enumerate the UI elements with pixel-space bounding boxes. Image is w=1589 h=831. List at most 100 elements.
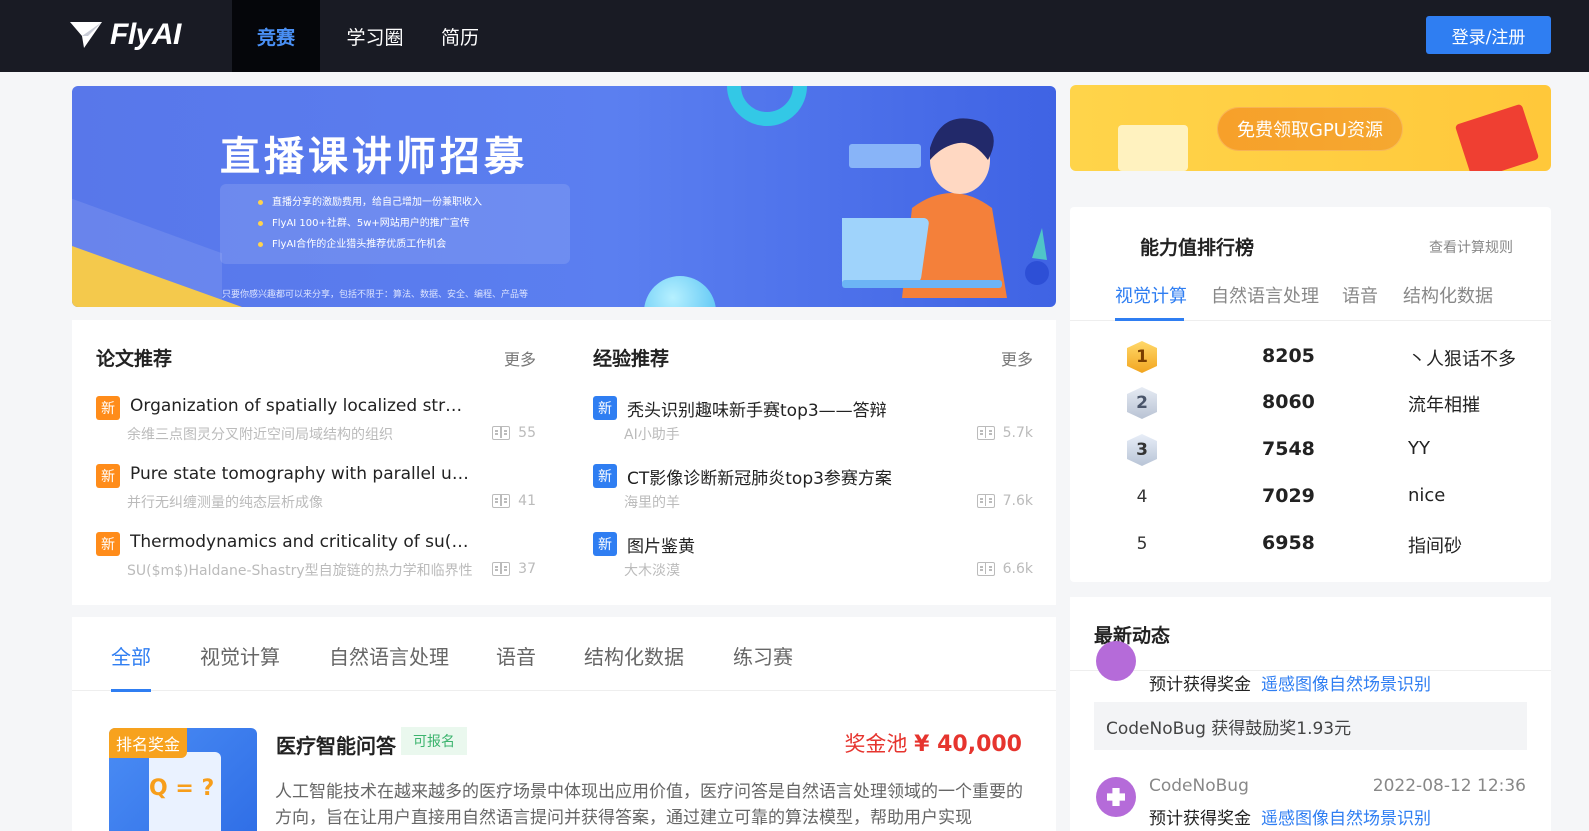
list-item[interactable]: 新 Pure state tomography with parallel un…	[96, 462, 536, 518]
tab-speech[interactable]: 语音	[1342, 282, 1378, 308]
free-gpu-banner[interactable]: 免费领取GPU资源	[1070, 85, 1551, 171]
tab-structured-data[interactable]: 结构化数据	[584, 641, 684, 670]
flyai-logo[interactable]: FlyAI	[70, 15, 181, 55]
banner-decor-ball	[644, 276, 716, 307]
nav-resume[interactable]: 简历	[416, 0, 504, 72]
list-item[interactable]: 新 Thermodynamics and criticality of su($…	[96, 530, 536, 586]
news-highlight: CodeNoBug 获得鼓励奖1.93元	[1094, 702, 1527, 750]
new-badge: 新	[593, 464, 617, 488]
view-count: 41	[518, 493, 536, 509]
item-title[interactable]: CT影像诊断新冠肺炎top3参赛方案	[627, 464, 987, 489]
book-icon	[976, 426, 995, 440]
main-nav: 竞赛 学习圈 简历	[232, 0, 504, 72]
view-count: 37	[518, 561, 536, 577]
ranking-user: 指间砂	[1408, 536, 1462, 557]
banner-point: 直播分享的激励费用，给自己增加一份兼职收入	[258, 192, 570, 213]
prize-label: 奖金池	[844, 732, 908, 756]
item-title[interactable]: Organization of spatially localized stru…	[130, 396, 472, 416]
list-item[interactable]: 新 图片鉴黄 大木淡漠 6.6k	[593, 530, 1033, 586]
tab-all[interactable]: 全部	[111, 641, 151, 670]
item-title[interactable]: Pure state tomography with parallel unen…	[130, 464, 472, 484]
prize-pool: 奖金池 ¥ 40,000	[844, 728, 1022, 758]
ranking-user: 流年相摧	[1408, 395, 1480, 416]
silver-medal-icon: 2	[1127, 387, 1157, 419]
more-link[interactable]: 更多	[1001, 346, 1033, 370]
more-link[interactable]: 更多	[504, 346, 536, 370]
news-timestamp: 2022-08-12 12:36	[1372, 776, 1526, 796]
ranking-prize-badge: 排名奖金	[109, 728, 188, 758]
banner-point: FlyAI 100+社群、5w+网站用户的推广宣传	[258, 213, 570, 234]
new-badge: 新	[593, 396, 617, 420]
new-badge: 新	[593, 532, 617, 556]
book-icon	[976, 494, 995, 508]
item-title[interactable]: 秃头识别趣味新手赛top3——答辩	[627, 396, 987, 421]
item-subtitle: SU($m$)Haldane-Shastry型自旋链的热力学和临界性	[127, 563, 473, 579]
ranking-row[interactable]: 3 7548 YY	[1070, 432, 1551, 472]
bronze-medal-icon: 3	[1127, 434, 1157, 466]
category-tabs: 全部 视觉计算 自然语言处理 语音 结构化数据 练习赛	[72, 617, 1056, 692]
ranking-user: 丶人狠话不多	[1408, 349, 1516, 370]
view-count: 6.6k	[1002, 561, 1033, 577]
tab-vision[interactable]: 视觉计算	[200, 641, 280, 670]
ranking-row[interactable]: 4 7029 nice	[1070, 479, 1551, 519]
lecturer-recruit-banner[interactable]: 直播课讲师招募 直播分享的激励费用，给自己增加一份兼职收入 FlyAI 100+…	[72, 86, 1056, 307]
tab-vision[interactable]: 视觉计算	[1115, 282, 1187, 308]
list-item[interactable]: 新 CT影像诊断新冠肺炎top3参赛方案 海里的羊 7.6k	[593, 462, 1033, 518]
tab-practice[interactable]: 练习赛	[733, 641, 793, 670]
item-subtitle: 海里的羊	[624, 495, 680, 511]
avatar	[1096, 777, 1136, 817]
banner-decor-triangle	[72, 246, 242, 307]
prize-value: ¥ 40,000	[914, 732, 1022, 757]
news-item-line: 预计获得奖金 遥感图像自然场景识别	[1149, 804, 1431, 829]
paper-plane-icon	[70, 22, 102, 48]
news-prefix: 预计获得奖金	[1149, 675, 1251, 695]
ranking-user: YY	[1408, 438, 1430, 459]
ranking-row[interactable]: 5 6958 指间砂	[1070, 526, 1551, 566]
banner-decor-document	[1118, 125, 1188, 171]
identicon-icon	[1107, 788, 1125, 806]
nav-competition[interactable]: 竞赛	[232, 0, 320, 72]
banner-point: FlyAI合作的企业猎头推荐优质工作机会	[258, 234, 570, 255]
competition-title[interactable]: 医疗智能问答	[276, 730, 396, 759]
item-title[interactable]: Thermodynamics and criticality of su($m$…	[130, 532, 472, 552]
ranking-score: 8060	[1262, 391, 1315, 413]
news-user[interactable]: CodeNoBug	[1149, 776, 1249, 796]
competition-description: 人工智能技术在越来越多的医疗场景中体现出应用价值，医疗问答是自然语言处理领域的一…	[275, 782, 1023, 828]
login-register-button[interactable]: 登录/注册	[1426, 16, 1551, 54]
item-title[interactable]: 图片鉴黄	[627, 532, 987, 557]
top-navbar: FlyAI 竞赛 学习圈 简历 登录/注册	[0, 0, 1589, 72]
ability-ranking-panel: 能力值排行榜 查看计算规则 视觉计算 自然语言处理 语音 结构化数据 1 820…	[1070, 207, 1551, 582]
ranking-score: 6958	[1262, 532, 1315, 554]
news-item-line: 预计获得奖金 遥感图像自然场景识别	[1149, 670, 1431, 695]
ranking-position: 4	[1136, 487, 1148, 507]
ranking-position: 5	[1136, 534, 1148, 554]
ranking-row[interactable]: 1 8205 丶人狠话不多	[1070, 339, 1551, 379]
banner-decor-ring	[727, 86, 807, 126]
book-icon	[492, 426, 511, 440]
tab-nlp[interactable]: 自然语言处理	[1211, 282, 1319, 308]
banner-points: 直播分享的激励费用，给自己增加一份兼职收入 FlyAI 100+社群、5w+网站…	[220, 184, 570, 264]
competition-link[interactable]: 遥感图像自然场景识别	[1261, 809, 1431, 829]
nav-learning-circle[interactable]: 学习圈	[320, 0, 430, 72]
view-count: 7.6k	[1002, 493, 1033, 509]
recommendation-panel: 论文推荐 更多 新 Organization of spatially loca…	[72, 320, 1056, 605]
ranking-row[interactable]: 2 8060 流年相摧	[1070, 385, 1551, 425]
list-item[interactable]: 新 秃头识别趣味新手赛top3——答辩 AI小助手 5.7k	[593, 394, 1033, 450]
tab-nlp[interactable]: 自然语言处理	[329, 641, 449, 670]
gift-box-icon	[1454, 103, 1540, 171]
tab-structured-data[interactable]: 结构化数据	[1403, 282, 1493, 308]
item-subtitle: 大木淡漠	[624, 563, 680, 579]
list-item[interactable]: 新 Organization of spatially localized st…	[96, 394, 536, 450]
banner-title: 直播课讲师招募	[220, 134, 528, 180]
logo-text: FlyAI	[110, 18, 181, 51]
tab-speech[interactable]: 语音	[496, 641, 536, 670]
competition-link[interactable]: 遥感图像自然场景识别	[1261, 675, 1431, 695]
banner-footnote: 只要你感兴趣都可以来分享，包括不限于：算法、数据、安全、编程、产品等	[222, 290, 529, 300]
ranking-score: 7029	[1262, 485, 1315, 507]
calc-rule-link[interactable]: 查看计算规则	[1429, 237, 1513, 257]
ranking-score: 7548	[1262, 438, 1315, 460]
ranking-score: 8205	[1262, 345, 1315, 367]
gold-medal-icon: 1	[1127, 341, 1157, 373]
lecturer-illustration	[842, 118, 1049, 298]
avatar	[1096, 641, 1136, 681]
